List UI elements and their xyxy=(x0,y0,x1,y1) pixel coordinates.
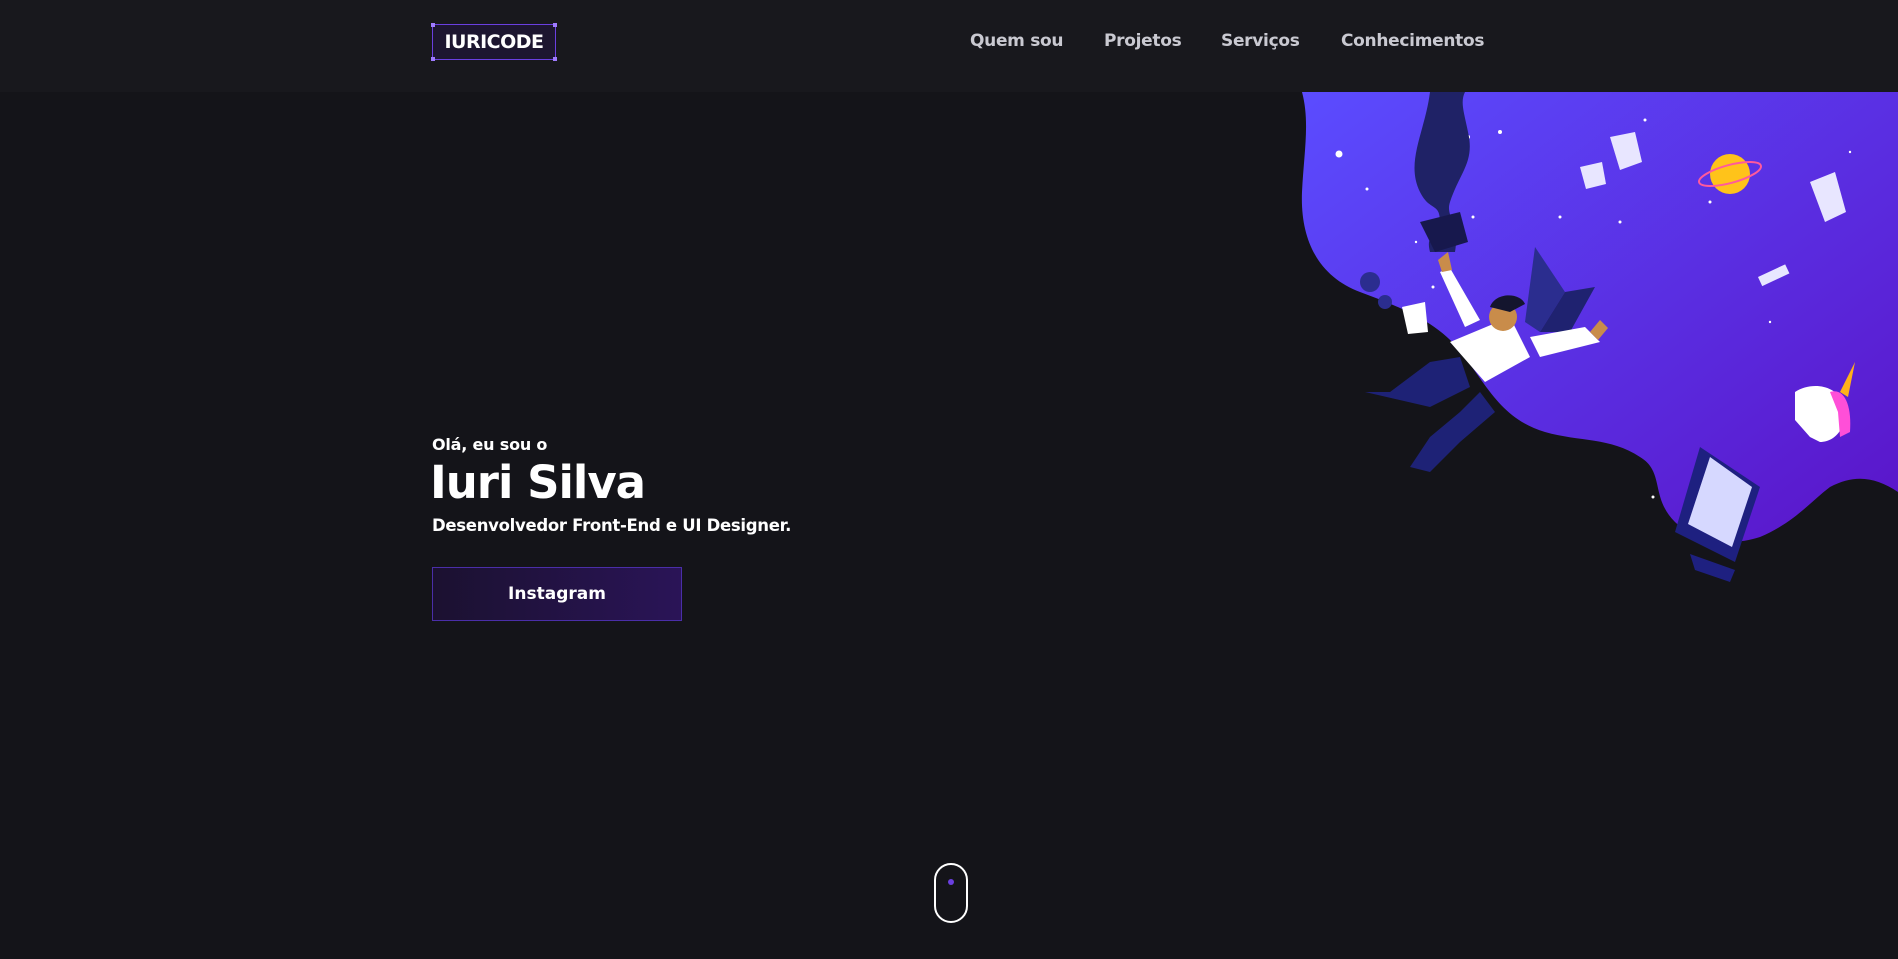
hero-name: Iuri Silva xyxy=(430,456,646,509)
scroll-mouse-icon[interactable] xyxy=(934,863,968,923)
nav-item-servicos[interactable]: Serviços xyxy=(1221,31,1300,51)
instagram-button[interactable]: Instagram xyxy=(432,567,682,621)
hero-greeting: Olá, eu sou o xyxy=(432,435,548,454)
nav-item-conhecimentos[interactable]: Conhecimentos xyxy=(1341,31,1484,51)
hero-role: Desenvolvedor Front-End e UI Designer. xyxy=(432,516,792,535)
logo[interactable]: IURICODE xyxy=(431,23,557,61)
hero-illustration xyxy=(1301,92,1898,582)
nav-item-projetos[interactable]: Projetos xyxy=(1104,31,1182,51)
page: IURICODE Quem sou Projetos Serviços Conh… xyxy=(0,0,1898,959)
logo-text: IURICODE xyxy=(444,31,544,53)
nav-item-quem-sou[interactable]: Quem sou xyxy=(970,31,1064,51)
scroll-indicator-dot xyxy=(948,879,954,885)
site-header: IURICODE Quem sou Projetos Serviços Conh… xyxy=(0,0,1898,92)
